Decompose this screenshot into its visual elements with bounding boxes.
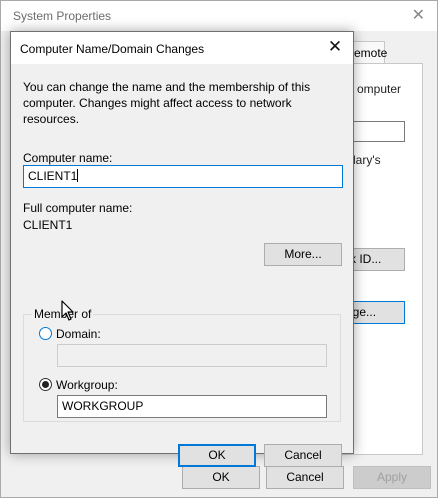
domain-label[interactable]: Domain: (56, 327, 101, 341)
full-computer-name-label: Full computer name: (23, 201, 133, 215)
computer-name-input[interactable]: CLIENT1 (23, 165, 343, 188)
dialog-titlebar: Computer Name/Domain Changes ✕ (11, 32, 353, 64)
computer-description-field[interactable] (347, 121, 405, 142)
full-computer-name-value: CLIENT1 (23, 218, 73, 232)
computer-name-dialog: Computer Name/Domain Changes ✕ You can c… (10, 31, 354, 467)
workgroup-radio[interactable] (39, 378, 52, 391)
ok-button[interactable]: OK (178, 444, 256, 467)
bg-ok-button[interactable]: OK (182, 466, 260, 489)
computer-name-value: CLIENT1 (28, 169, 78, 183)
system-properties-titlebar: System Properties ✕ (1, 1, 437, 31)
dialog-body: You can change the name and the membersh… (11, 64, 353, 467)
domain-radio[interactable] (39, 327, 52, 340)
dialog-title: Computer Name/Domain Changes (20, 42, 205, 56)
text-caret (77, 169, 79, 182)
system-properties-title: System Properties (13, 9, 112, 23)
cancel-button[interactable]: Cancel (264, 444, 342, 467)
panel-text-computer: omputer (357, 82, 402, 96)
more-button[interactable]: More... (264, 243, 342, 266)
workgroup-input[interactable]: WORKGROUP (57, 395, 327, 418)
mouse-pointer-icon (61, 300, 74, 321)
apply-button[interactable]: Apply (353, 466, 431, 489)
close-icon[interactable]: ✕ (412, 5, 425, 25)
dialog-description: You can change the name and the membersh… (23, 80, 311, 126)
close-icon[interactable]: ✕ (323, 36, 347, 58)
computer-name-label: Computer name: (23, 151, 113, 165)
bg-cancel-button[interactable]: Cancel (266, 466, 344, 489)
workgroup-label[interactable]: Workgroup: (56, 378, 118, 392)
panel-text-name: lary's (353, 153, 381, 167)
domain-input[interactable] (57, 344, 327, 367)
